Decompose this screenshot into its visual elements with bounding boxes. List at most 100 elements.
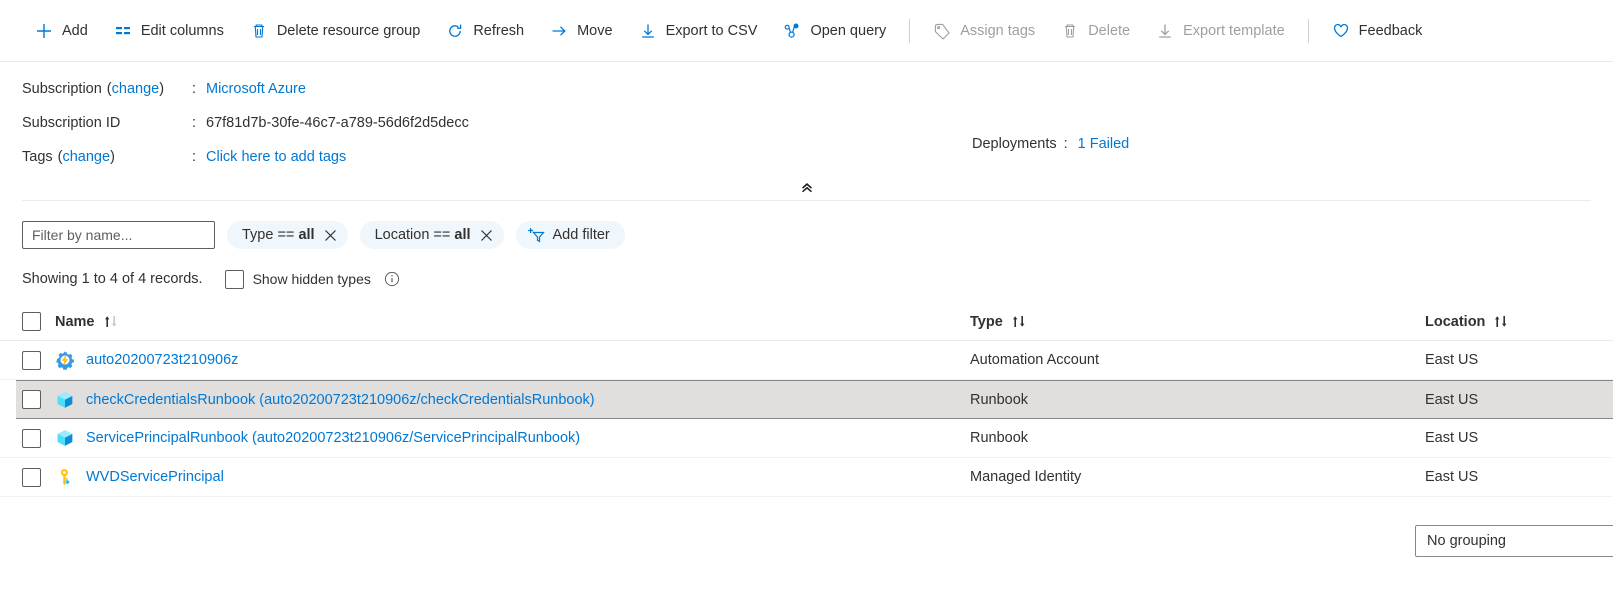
filter-pill-type-text: Type == all — [242, 227, 315, 243]
subscription-value-cell: : Microsoft Azure — [192, 72, 1002, 106]
remove-filter-type-icon[interactable] — [324, 229, 337, 242]
row-checkbox[interactable] — [22, 390, 41, 409]
move-label: Move — [577, 22, 613, 39]
filter-pill-type[interactable]: Type == all — [227, 221, 348, 249]
refresh-button[interactable]: Refresh — [433, 12, 537, 50]
essentials-panel: Subscription (change) : Microsoft Azure … — [0, 62, 1613, 200]
row-name-cell: checkCredentialsRunbook (auto20200723t21… — [55, 390, 970, 410]
row-name-link[interactable]: ServicePrincipalRunbook (auto20200723t21… — [86, 430, 580, 446]
sort-icon[interactable] — [103, 314, 120, 329]
showing-records-text: Showing 1 to 4 of 4 records. — [22, 271, 203, 287]
subscription-id-label-cell: Subscription ID — [22, 106, 192, 140]
export-template-label: Export template — [1183, 22, 1285, 39]
deployments-label: Deployments — [972, 136, 1057, 152]
filter-pill-location[interactable]: Location == all — [359, 221, 504, 249]
managed-identity-key-icon — [55, 467, 75, 487]
runbook-icon — [55, 428, 75, 448]
records-bar: Showing 1 to 4 of 4 records. Show hidden… — [0, 257, 1613, 557]
trash-icon — [250, 22, 268, 40]
row-checkbox[interactable] — [22, 428, 41, 448]
assign-tags-button[interactable]: Assign tags — [920, 12, 1048, 50]
column-header-type[interactable]: Type — [970, 314, 1425, 330]
toolbar-divider-1 — [909, 18, 911, 43]
delete-label: Delete — [1088, 22, 1131, 39]
table-row[interactable]: WVDServicePrincipal Managed Identity Eas… — [0, 458, 1613, 497]
refresh-icon — [446, 22, 464, 40]
column-header-location-label: Location — [1425, 313, 1486, 330]
download-icon — [639, 22, 657, 40]
delete-resource-group-button[interactable]: Delete resource group — [237, 12, 433, 50]
delete-resource-group-label: Delete resource group — [276, 22, 421, 39]
export-template-button[interactable]: Export template — [1143, 12, 1298, 50]
column-header-name[interactable]: Name — [55, 314, 970, 330]
runbook-icon — [55, 390, 75, 410]
row-name-link[interactable]: checkCredentialsRunbook (auto20200723t21… — [86, 392, 595, 408]
feedback-button[interactable]: Feedback — [1319, 12, 1436, 50]
show-hidden-types-label: Show hidden types — [252, 271, 371, 287]
delete-button[interactable]: Delete — [1048, 12, 1143, 50]
plus-icon — [35, 22, 53, 40]
subscription-value-link[interactable]: Microsoft Azure — [206, 81, 306, 97]
refresh-label: Refresh — [473, 22, 525, 39]
add-button[interactable]: Add — [22, 12, 101, 50]
select-all-checkbox[interactable] — [22, 312, 41, 331]
filter-by-name-input[interactable] — [22, 221, 215, 249]
grouping-dropdown[interactable]: No grouping — [1415, 525, 1613, 557]
move-button[interactable]: Move — [537, 12, 625, 50]
add-tags-link[interactable]: Click here to add tags — [206, 149, 346, 165]
essentials-collapse-row — [22, 174, 1591, 200]
download-icon — [1156, 22, 1174, 40]
tags-change-link[interactable]: change — [62, 149, 110, 165]
table-row[interactable]: auto20200723t210906z Automation Account … — [0, 341, 1613, 380]
open-query-button[interactable]: Open query — [770, 12, 899, 50]
automation-account-icon — [55, 350, 75, 370]
subscription-change-link[interactable]: change — [112, 81, 160, 97]
deployments-failed-link[interactable]: 1 Failed — [1078, 136, 1130, 152]
row-location-cell: East US — [1425, 469, 1479, 485]
export-to-csv-button[interactable]: Export to CSV — [626, 12, 771, 50]
colon-1: : — [192, 81, 197, 97]
grouping-value: No grouping — [1427, 533, 1506, 549]
add-filter-icon — [527, 226, 546, 245]
row-type-cell: Runbook — [970, 391, 1029, 408]
add-filter-label: Add filter — [552, 227, 610, 243]
add-label: Add — [62, 22, 88, 39]
arrow-right-icon — [550, 22, 568, 40]
row-name-link[interactable]: WVDServicePrincipal — [86, 469, 224, 485]
trash-icon — [1061, 22, 1079, 40]
tags-label-cell: Tags (change) — [22, 140, 192, 174]
colon-2: : — [192, 115, 197, 131]
table-row[interactable]: checkCredentialsRunbook (auto20200723t21… — [16, 380, 1613, 419]
column-header-name-label: Name — [55, 313, 95, 330]
row-location-cell: East US — [1425, 430, 1479, 446]
info-icon[interactable] — [384, 271, 400, 287]
sort-icon[interactable] — [1011, 314, 1028, 329]
row-type-cell: Runbook — [970, 430, 1029, 446]
row-select-cell — [22, 428, 55, 448]
show-hidden-types-checkbox[interactable] — [224, 269, 244, 289]
toolbar-divider-2 — [1307, 18, 1309, 43]
edit-columns-button[interactable]: Edit columns — [101, 12, 237, 50]
row-checkbox[interactable] — [22, 350, 41, 370]
remove-filter-location-icon[interactable] — [480, 229, 493, 242]
row-name-link[interactable]: auto20200723t210906z — [86, 352, 238, 368]
export-to-csv-label: Export to CSV — [665, 22, 758, 39]
show-hidden-types-toggle[interactable]: Show hidden types — [224, 269, 400, 289]
tag-icon — [933, 22, 951, 40]
subscription-label-cell: Subscription (change) — [22, 72, 192, 106]
table-header-row: Name Type Location — [0, 303, 1613, 341]
collapse-essentials-button[interactable] — [790, 176, 824, 198]
subscription-id-value: 67f81d7b-30fe-46c7-a789-56d6f2d5decc — [206, 115, 469, 131]
table-row[interactable]: ServicePrincipalRunbook (auto20200723t21… — [0, 419, 1613, 458]
add-filter-button[interactable]: Add filter — [515, 221, 625, 249]
filter-pill-location-text: Location == all — [374, 227, 471, 243]
row-name-cell: ServicePrincipalRunbook (auto20200723t21… — [55, 428, 970, 448]
column-header-type-label: Type — [970, 313, 1003, 330]
row-select-cell — [22, 350, 55, 370]
row-name-cell: auto20200723t210906z — [55, 350, 970, 370]
edit-columns-icon — [114, 22, 132, 40]
sort-icon[interactable] — [1493, 314, 1510, 329]
row-location-cell: East US — [1425, 391, 1479, 408]
row-checkbox[interactable] — [22, 467, 41, 487]
column-header-location[interactable]: Location — [1425, 314, 1591, 330]
